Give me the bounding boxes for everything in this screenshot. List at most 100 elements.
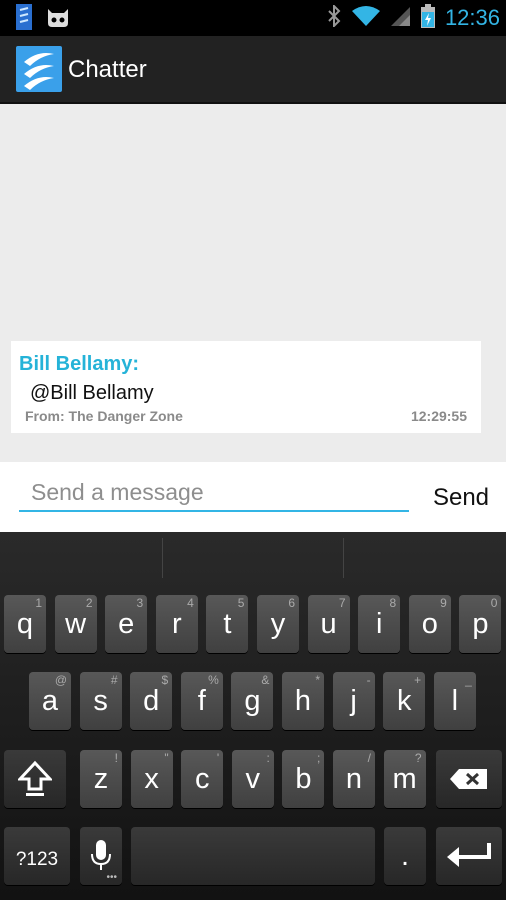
- key-d[interactable]: $ d: [130, 672, 173, 730]
- key-y[interactable]: 6y: [257, 595, 299, 653]
- key-hint: ?: [414, 751, 422, 765]
- key-label: e: [118, 608, 135, 640]
- key-j[interactable]: -j: [332, 672, 375, 730]
- action-bar: Chatter: [0, 36, 506, 104]
- key-label: b: [295, 763, 312, 795]
- key-hint: 4: [187, 596, 194, 610]
- key-label: v: [245, 763, 261, 795]
- key-f[interactable]: % f: [180, 672, 223, 730]
- shift-icon: [16, 760, 54, 796]
- enter-icon: [447, 843, 491, 867]
- key-t[interactable]: 5t: [206, 595, 249, 653]
- suggestion-divider: [343, 538, 344, 578]
- message-card[interactable]: Bill Bellamy: @Bill Bellamy From: The Da…: [11, 341, 481, 433]
- key-hint: 6: [288, 596, 295, 610]
- soft-keyboard: 1 q 2 w 3 e 4 r 5 t 6 y 7 u 8 i 9 o 0 p @ a # s $ d% f & g * h - j + k _ l! z…: [0, 532, 506, 900]
- key-n[interactable]: / n: [333, 750, 375, 808]
- message-list[interactable]: Bill Bellamy: @Bill Bellamy From: The Da…: [0, 104, 506, 462]
- key-l[interactable]: _ l: [433, 672, 476, 730]
- key-w[interactable]: 2w: [54, 595, 97, 653]
- app-notification-icon: [16, 4, 32, 35]
- key-hint: _: [465, 673, 472, 687]
- enter-key[interactable]: [436, 827, 502, 885]
- chatter-logo-icon[interactable]: [16, 46, 62, 92]
- key-b[interactable]: ; b: [282, 750, 325, 808]
- key-hint: 5: [237, 596, 245, 610]
- key-hint: /: [367, 751, 371, 765]
- key-label: f: [197, 685, 206, 717]
- key-label: r: [171, 608, 182, 640]
- message-from: From: The Danger Zone: [25, 408, 183, 424]
- key-label: m: [392, 763, 417, 795]
- message-sender: Bill Bellamy:: [19, 353, 140, 375]
- key-label: s: [93, 685, 108, 717]
- key-label: j: [350, 685, 357, 717]
- key-label: l: [451, 685, 459, 717]
- key-hint: 7: [338, 596, 346, 610]
- status-bar: 12:36: [0, 0, 506, 36]
- key-label: w: [65, 608, 87, 640]
- message-input[interactable]: [19, 474, 409, 512]
- key-x[interactable]: " x: [130, 750, 173, 808]
- wifi-icon: [351, 5, 381, 32]
- key-a[interactable]: @ a: [29, 672, 71, 730]
- shift-key[interactable]: [4, 750, 66, 808]
- key-label: a: [41, 685, 59, 717]
- space-key[interactable]: [131, 827, 375, 885]
- period-key-label: .: [400, 840, 410, 872]
- key-c[interactable]: ' c: [181, 750, 224, 808]
- key-label: k: [396, 685, 412, 717]
- key-hint: 9: [440, 596, 447, 610]
- key-hint: 1: [35, 596, 42, 610]
- battery-icon: [420, 3, 435, 33]
- key-label: n: [345, 763, 363, 795]
- message-body: @Bill Bellamy: [30, 382, 154, 404]
- key-h[interactable]: * h: [282, 672, 324, 730]
- key-u[interactable]: 7u: [307, 595, 350, 653]
- key-label: p: [472, 608, 489, 640]
- more-dots-icon: •••: [106, 872, 117, 883]
- key-label: d: [143, 685, 160, 717]
- key-o[interactable]: 9o: [408, 595, 451, 653]
- key-hint: !: [114, 751, 118, 765]
- key-q[interactable]: 1q: [4, 595, 46, 653]
- suggestion-strip[interactable]: [0, 532, 506, 584]
- key-e[interactable]: 3e: [105, 595, 148, 653]
- key-k[interactable]: + k: [383, 672, 426, 730]
- cyanogenmod-icon: [44, 5, 72, 34]
- key-label: x: [144, 763, 159, 795]
- period-key[interactable]: .: [384, 827, 426, 885]
- symbols-key-label: ?123: [15, 849, 59, 870]
- key-v[interactable]: :v: [231, 750, 274, 808]
- key-label: z: [93, 763, 109, 795]
- send-button[interactable]: Send: [420, 478, 502, 518]
- bluetooth-icon: [327, 3, 341, 32]
- key-label: i: [375, 608, 383, 640]
- key-hint: :: [266, 751, 270, 765]
- key-hint: 0: [490, 596, 498, 610]
- key-p[interactable]: 0p: [459, 595, 502, 653]
- key-label: q: [16, 608, 34, 640]
- key-z[interactable]: ! z: [80, 750, 122, 808]
- key-hint: ;: [317, 751, 321, 765]
- compose-bar: Send: [0, 462, 506, 532]
- suggestion-divider: [162, 538, 163, 578]
- key-hint: &: [261, 673, 270, 687]
- key-hint: -: [366, 673, 371, 687]
- key-label: c: [194, 763, 210, 795]
- key-label: u: [320, 608, 337, 640]
- key-hint: *: [315, 673, 320, 687]
- key-g[interactable]: & g: [231, 672, 274, 730]
- key-hint: ': [216, 751, 220, 765]
- symbols-key[interactable]: ?123: [4, 827, 70, 885]
- key-r[interactable]: 4r: [155, 595, 198, 653]
- microphone-icon: [91, 840, 111, 870]
- key-hint: @: [54, 673, 67, 687]
- key-hint: 3: [136, 596, 144, 610]
- key-i[interactable]: 8i: [358, 595, 401, 653]
- key-s[interactable]: # s: [79, 672, 122, 730]
- backspace-key[interactable]: [436, 750, 502, 808]
- voice-input-key[interactable]: •••: [80, 827, 122, 885]
- app-title: Chatter: [68, 56, 147, 83]
- key-m[interactable]: ? m: [383, 750, 426, 808]
